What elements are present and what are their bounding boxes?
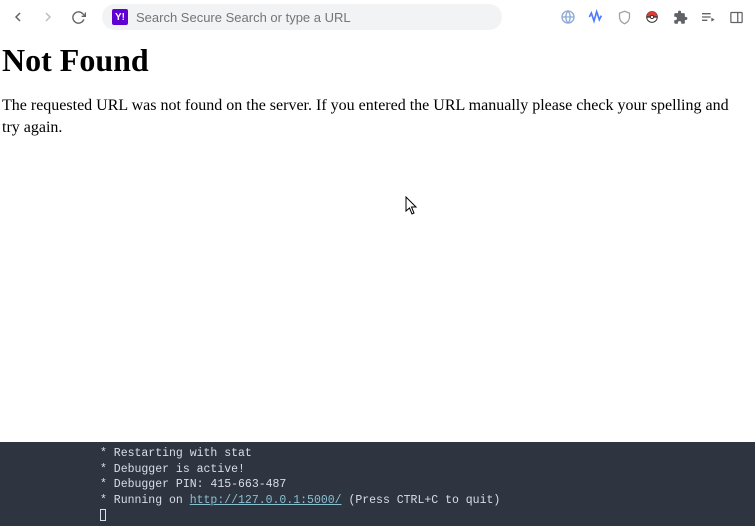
- terminal-panel[interactable]: * Restarting with stat * Debugger is act…: [0, 442, 755, 526]
- panel-toggle-icon[interactable]: [727, 8, 745, 26]
- mouse-cursor-icon: [405, 196, 419, 216]
- yahoo-icon: Y!: [112, 9, 128, 25]
- extensions-puzzle-icon[interactable]: [671, 8, 689, 26]
- terminal-cursor-icon: [100, 509, 106, 521]
- terminal-cursor-line: [100, 508, 755, 524]
- terminal-line: * Running on http://127.0.0.1:5000/ (Pre…: [100, 493, 755, 509]
- terminal-line: * Debugger is active!: [100, 462, 755, 478]
- page-content: Not Found The requested URL was not foun…: [0, 34, 755, 142]
- error-body-line: The requested URL was not found on the s…: [2, 95, 753, 117]
- address-bar[interactable]: Y!: [102, 4, 502, 30]
- error-heading: Not Found: [2, 42, 753, 79]
- reload-button[interactable]: [66, 5, 90, 29]
- terminal-line: * Debugger PIN: 415-663-487: [100, 477, 755, 493]
- wave-extension-icon[interactable]: [587, 8, 605, 26]
- terminal-line: * Restarting with stat: [100, 446, 755, 462]
- pokeball-extension-icon[interactable]: [643, 8, 661, 26]
- shield-extension-icon[interactable]: [615, 8, 633, 26]
- browser-toolbar: Y!: [0, 0, 755, 34]
- playlist-extension-icon[interactable]: [699, 8, 717, 26]
- extension-tray: [559, 8, 749, 26]
- error-body-line: try again.: [2, 117, 753, 139]
- back-button[interactable]: [6, 5, 30, 29]
- search-input[interactable]: [136, 10, 492, 25]
- terminal-url: http://127.0.0.1:5000/: [190, 494, 342, 507]
- forward-button[interactable]: [36, 5, 60, 29]
- globe-extension-icon[interactable]: [559, 8, 577, 26]
